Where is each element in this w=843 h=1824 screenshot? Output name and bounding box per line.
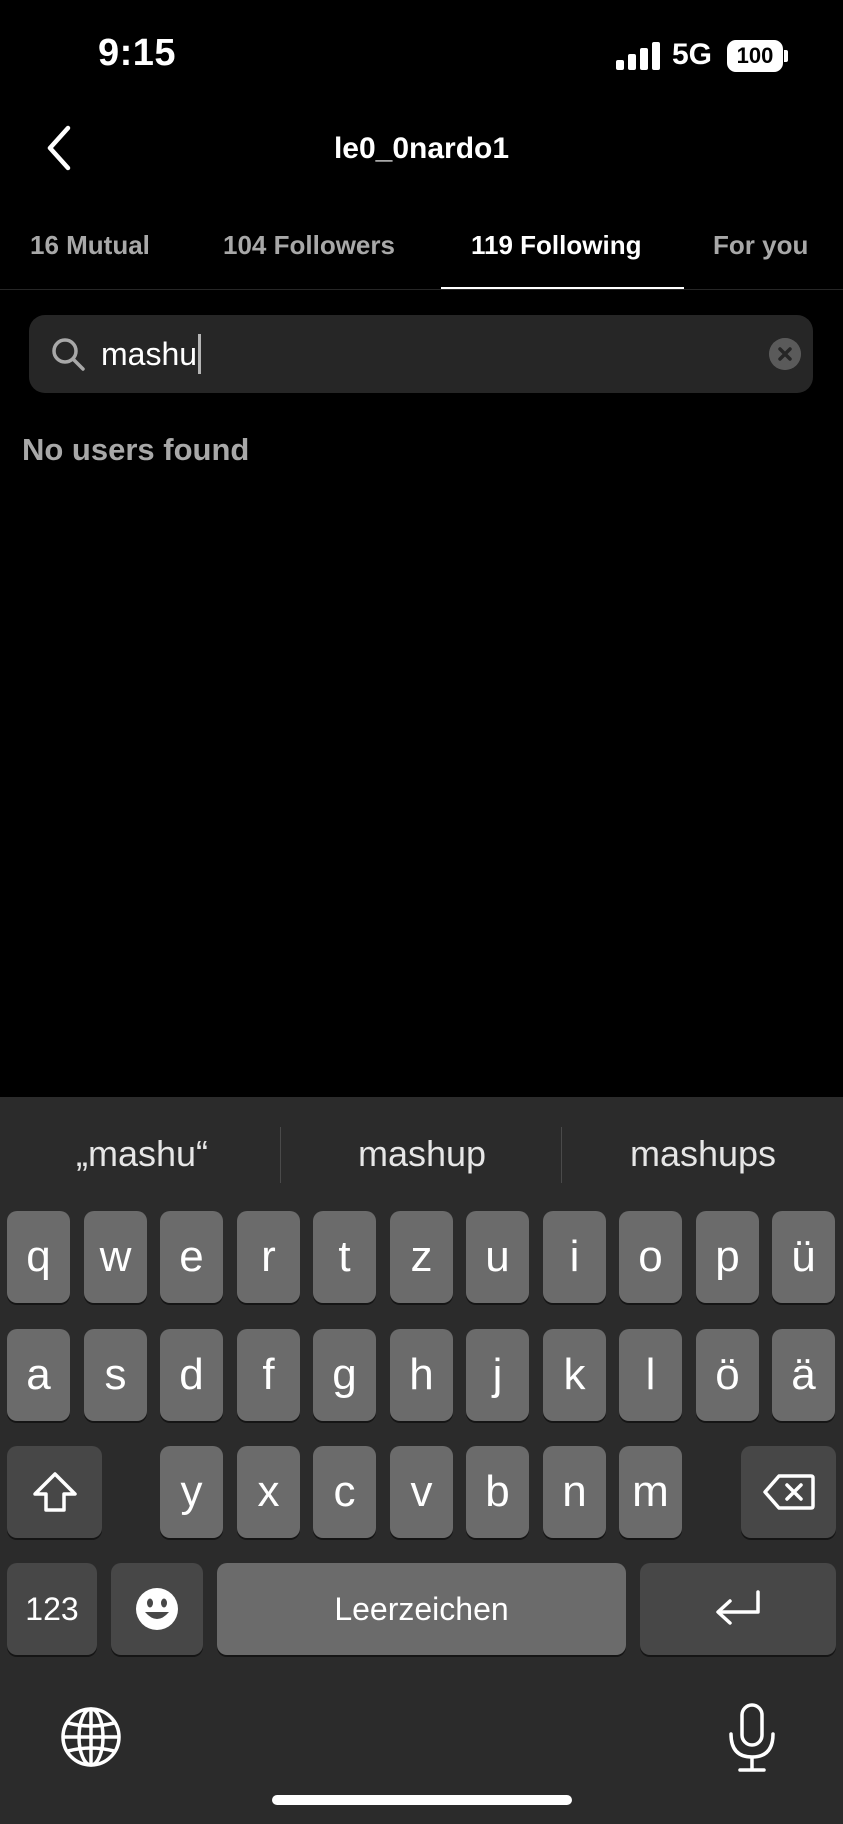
tab-following[interactable]: 119 Following bbox=[471, 230, 641, 261]
key[interactable]: h bbox=[390, 1329, 453, 1421]
key[interactable]: k bbox=[543, 1329, 606, 1421]
key[interactable]: r bbox=[237, 1211, 300, 1303]
follow-tabs: 16 Mutual 104 Followers 119 Following Fo… bbox=[0, 206, 843, 290]
battery-icon: 100 bbox=[727, 40, 783, 72]
signal-icon bbox=[616, 42, 660, 70]
key[interactable]: l bbox=[619, 1329, 682, 1421]
key[interactable]: e bbox=[160, 1211, 223, 1303]
globe-icon[interactable] bbox=[60, 1706, 122, 1768]
key[interactable]: i bbox=[543, 1211, 606, 1303]
key[interactable]: n bbox=[543, 1446, 606, 1538]
suggestion-divider bbox=[280, 1127, 281, 1183]
suggestion-divider bbox=[561, 1127, 562, 1183]
key[interactable]: w bbox=[84, 1211, 147, 1303]
key[interactable]: j bbox=[466, 1329, 529, 1421]
key[interactable]: v bbox=[390, 1446, 453, 1538]
key[interactable]: ö bbox=[696, 1329, 759, 1421]
space-key[interactable]: Leerzeichen bbox=[217, 1563, 626, 1655]
key[interactable]: m bbox=[619, 1446, 682, 1538]
profile-username: le0_0nardo1 bbox=[333, 132, 510, 165]
home-indicator[interactable] bbox=[272, 1795, 572, 1805]
status-bar: 9:15 5G 100 bbox=[0, 0, 843, 112]
network-type: 5G bbox=[672, 38, 713, 71]
key[interactable]: u bbox=[466, 1211, 529, 1303]
key[interactable]: f bbox=[237, 1329, 300, 1421]
backspace-key[interactable] bbox=[741, 1446, 836, 1538]
key[interactable]: c bbox=[313, 1446, 376, 1538]
keyboard: „mashu“ mashup mashups q w e r t z u i o… bbox=[0, 1097, 843, 1824]
search-input-value: mashu bbox=[101, 335, 198, 372]
shift-key[interactable] bbox=[7, 1446, 102, 1538]
suggestion-bar: „mashu“ mashup mashups bbox=[0, 1097, 843, 1207]
search-icon bbox=[52, 338, 85, 371]
search-field[interactable]: mashu bbox=[29, 315, 813, 393]
key[interactable]: ü bbox=[772, 1211, 835, 1303]
suggestion-2[interactable]: mashup bbox=[282, 1133, 562, 1175]
backspace-icon bbox=[762, 1474, 815, 1510]
status-time: 9:15 bbox=[98, 32, 177, 74]
microphone-icon[interactable] bbox=[722, 1702, 782, 1774]
key[interactable]: x bbox=[237, 1446, 300, 1538]
clear-icon[interactable] bbox=[769, 338, 801, 370]
battery-tip bbox=[784, 50, 788, 62]
tab-for-you[interactable]: For you bbox=[713, 230, 808, 261]
emoji-key[interactable] bbox=[111, 1563, 203, 1655]
key[interactable]: a bbox=[7, 1329, 70, 1421]
suggestion-3[interactable]: mashups bbox=[563, 1133, 843, 1175]
key[interactable]: o bbox=[619, 1211, 682, 1303]
shift-icon bbox=[32, 1472, 77, 1512]
suggestion-1[interactable]: „mashu“ bbox=[2, 1133, 282, 1175]
tab-followers[interactable]: 104 Followers bbox=[223, 230, 395, 261]
key[interactable]: g bbox=[313, 1329, 376, 1421]
key[interactable]: p bbox=[696, 1211, 759, 1303]
key[interactable]: t bbox=[313, 1211, 376, 1303]
return-icon bbox=[716, 1590, 760, 1625]
return-key[interactable] bbox=[640, 1563, 836, 1655]
emoji-icon bbox=[136, 1588, 178, 1630]
key[interactable]: y bbox=[160, 1446, 223, 1538]
key[interactable]: b bbox=[466, 1446, 529, 1538]
key[interactable]: ä bbox=[772, 1329, 835, 1421]
numbers-key[interactable]: 123 bbox=[7, 1563, 97, 1655]
active-tab-indicator bbox=[441, 287, 684, 289]
search-input[interactable]: mashu bbox=[101, 333, 202, 375]
key[interactable]: d bbox=[160, 1329, 223, 1421]
key[interactable]: q bbox=[7, 1211, 70, 1303]
text-caret bbox=[198, 334, 202, 374]
no-results-message: No users found bbox=[22, 432, 250, 467]
tab-mutual[interactable]: 16 Mutual bbox=[30, 230, 150, 261]
key[interactable]: s bbox=[84, 1329, 147, 1421]
key[interactable]: z bbox=[390, 1211, 453, 1303]
